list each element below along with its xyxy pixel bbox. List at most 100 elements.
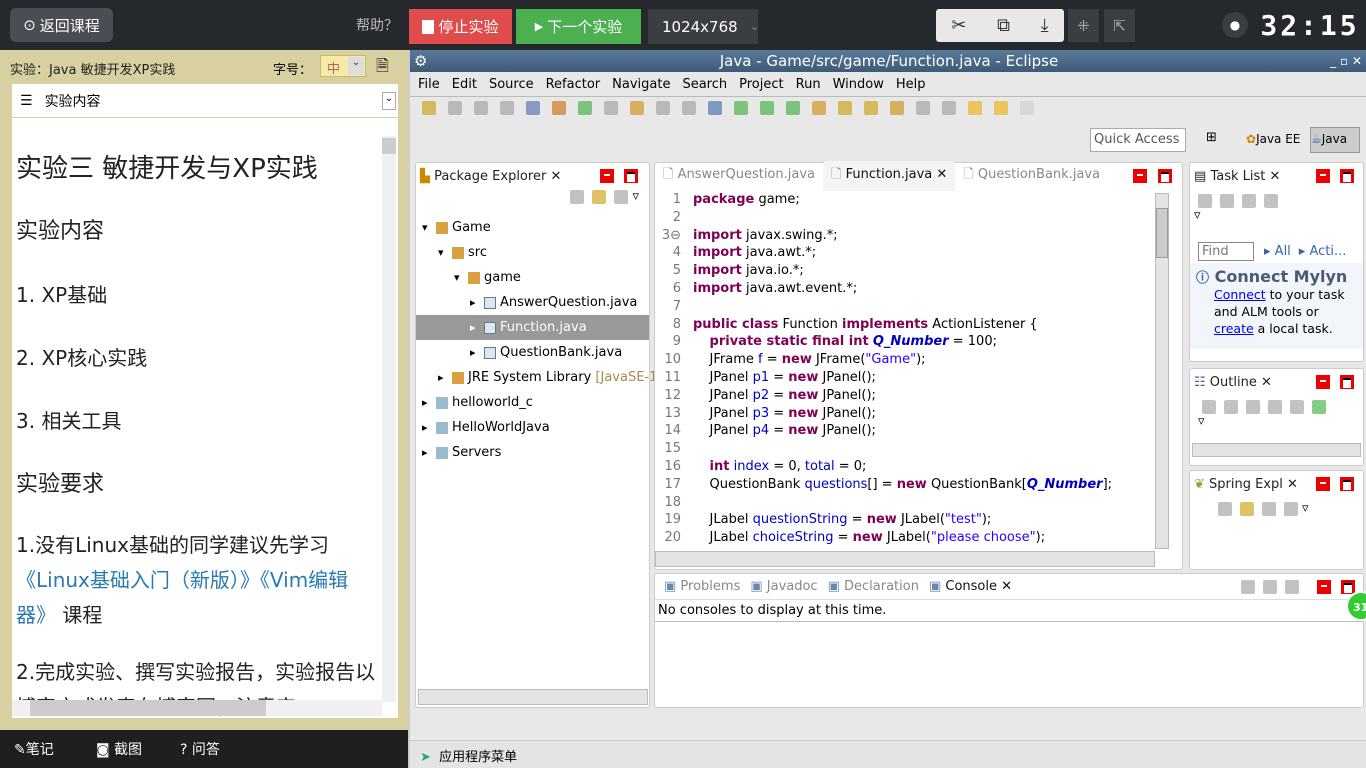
tree-item[interactable]: ▸ HelloWorldJava xyxy=(416,415,649,440)
sync-icon[interactable] xyxy=(1264,193,1278,208)
close-icon[interactable]: ✕ xyxy=(932,167,947,182)
code-editor[interactable]: 1 package game; 2 3⊖ import javax.swing.*; 4 i… xyxy=(655,191,1182,547)
back-to-course-button[interactable]: ⊙ 返回课程 xyxy=(10,8,113,42)
chevron-down-icon[interactable]: ▿ xyxy=(1194,208,1201,223)
toolbar-button-icon[interactable] xyxy=(994,100,1008,115)
app-menu-button[interactable]: 应用程序菜单 xyxy=(439,750,517,765)
menu-navigate[interactable]: Navigate xyxy=(612,77,670,92)
maximize-button[interactable] xyxy=(624,169,638,183)
toolbar-button-icon[interactable] xyxy=(760,100,774,115)
menu-edit[interactable]: Edit xyxy=(452,77,477,92)
tree-item[interactable]: ▸ AnswerQuestion.java xyxy=(416,290,649,315)
tree-item[interactable]: ▸ JRE System Library [JavaSE-1.7] xyxy=(416,365,675,390)
view-menu-icon[interactable] xyxy=(1262,501,1276,516)
link-editor-icon[interactable] xyxy=(1240,501,1254,516)
expand-arrow-icon[interactable]: ▾ xyxy=(454,265,468,290)
resolution-select[interactable]: 1024x768 ⌄ xyxy=(648,9,759,44)
tree-item[interactable]: ▾ src xyxy=(416,240,649,265)
menu-search[interactable]: Search xyxy=(682,77,727,92)
minimize-button[interactable] xyxy=(1133,169,1147,183)
window-controls[interactable]: _ ▫ ✕ xyxy=(1330,50,1362,72)
editor-tab[interactable]: 🗋 Function.java ✕ xyxy=(823,161,956,191)
toolbar-button-icon[interactable] xyxy=(578,100,592,115)
expand-arrow-icon[interactable]: ▸ xyxy=(438,365,452,390)
open-perspective-icon[interactable]: ⊞ xyxy=(1206,130,1217,145)
menu-file[interactable]: File xyxy=(418,77,440,92)
find-input[interactable]: Find xyxy=(1198,241,1254,261)
toolbar-button-icon[interactable] xyxy=(708,100,722,115)
collapse-all-icon[interactable] xyxy=(570,189,585,204)
download-icon[interactable]: ⤓ xyxy=(1041,15,1049,36)
close-icon[interactable]: ✕ xyxy=(1287,477,1298,492)
tab-task-list[interactable]: Task List xyxy=(1210,169,1265,184)
maximize-button[interactable] xyxy=(1340,375,1354,389)
menu-source[interactable]: Source xyxy=(489,77,534,92)
tree-item[interactable]: ▸ Function.java xyxy=(416,315,649,340)
tree-item[interactable]: ▸ Servers xyxy=(416,440,649,465)
categorized-icon[interactable] xyxy=(1220,193,1234,208)
tab-console[interactable]: ▣ Console ✕ xyxy=(924,575,1017,598)
sort-icon[interactable] xyxy=(1284,501,1298,516)
maximize-button[interactable] xyxy=(1340,477,1354,491)
filter-all[interactable]: ▸ All xyxy=(1264,244,1291,259)
scissors-icon[interactable]: ✂ xyxy=(951,15,966,36)
toolbar-button-icon[interactable] xyxy=(942,100,956,115)
qa-button[interactable]: ? 问答 xyxy=(180,739,220,759)
toolbar-button-icon[interactable] xyxy=(474,100,488,115)
horizontal-scrollbar[interactable] xyxy=(655,551,1155,567)
document-icon[interactable]: 🗎 xyxy=(376,55,389,82)
expand-arrow-icon[interactable]: ▸ xyxy=(470,340,484,365)
expand-arrow-icon[interactable]: ▸ xyxy=(422,390,436,415)
toolbar-button-icon[interactable] xyxy=(890,100,904,115)
toolbar-button-icon[interactable] xyxy=(604,100,618,115)
create-link[interactable]: create xyxy=(1214,321,1254,336)
expand-arrow-icon[interactable]: ▸ xyxy=(470,315,484,340)
toolbar-button-icon[interactable] xyxy=(838,100,852,115)
expand-arrow-icon[interactable]: ▾ xyxy=(438,240,452,265)
filter-active[interactable]: ▸ Acti... xyxy=(1299,244,1347,259)
connect-link[interactable]: Connect xyxy=(1214,287,1266,302)
perspective-java[interactable]: ☕Java xyxy=(1310,127,1360,153)
close-icon[interactable]: ✕ xyxy=(1261,375,1272,390)
eye-icon[interactable]: ● xyxy=(1222,12,1248,38)
next-lab-button[interactable]: ▶ 下一个实验 xyxy=(516,9,641,44)
fullscreen-exit-icon[interactable]: ⁜ xyxy=(1068,9,1099,42)
minimize-button[interactable] xyxy=(1316,375,1330,389)
toolbar-button-icon[interactable] xyxy=(1020,100,1034,115)
sort-icon[interactable] xyxy=(1246,399,1260,414)
link-editor-icon[interactable] xyxy=(592,189,607,204)
linux-course-link[interactable]: 《Linux基础入门（新版）》 xyxy=(16,568,260,592)
menu-window[interactable]: Window xyxy=(833,77,884,92)
tree-item[interactable]: ▸ QuestionBank.java xyxy=(416,340,649,365)
maximize-button[interactable] xyxy=(1158,169,1172,183)
menu-help[interactable]: Help xyxy=(896,77,926,92)
toolbar-button-icon[interactable] xyxy=(656,100,670,115)
close-icon[interactable]: ✕ xyxy=(997,579,1012,594)
vertical-scrollbar[interactable] xyxy=(382,136,396,702)
expand-arrow-icon[interactable]: ▸ xyxy=(422,440,436,465)
toolbar-button-icon[interactable] xyxy=(500,100,514,115)
close-icon[interactable]: ✕ xyxy=(1270,169,1281,184)
menu-project[interactable]: Project xyxy=(739,77,783,92)
tab-spring-explorer[interactable]: Spring Expl xyxy=(1209,477,1283,492)
tab-outline[interactable]: Outline xyxy=(1210,375,1257,390)
hide-nonpublic-icon[interactable] xyxy=(1312,399,1326,414)
toolbar-button-icon[interactable] xyxy=(864,100,878,115)
toolbar-button-icon[interactable] xyxy=(734,100,748,115)
new-task-icon[interactable] xyxy=(1198,193,1212,208)
collapse-all-icon[interactable] xyxy=(1218,501,1232,516)
close-icon[interactable]: ✕ xyxy=(550,169,561,184)
minimize-button[interactable] xyxy=(1316,477,1330,491)
menu-run[interactable]: Run xyxy=(796,77,821,92)
collapse-all-icon[interactable] xyxy=(1224,399,1238,414)
tab-javadoc[interactable]: ▣ Javadoc xyxy=(745,575,822,598)
horizontal-scrollbar[interactable] xyxy=(12,700,382,716)
screenshot-button[interactable]: ◙ 截图 xyxy=(96,739,142,759)
hide-fields-icon[interactable] xyxy=(1268,399,1282,414)
toolbar-button-icon[interactable] xyxy=(682,100,696,115)
toolbar-button-icon[interactable] xyxy=(526,100,540,115)
section-select[interactable]: ☰ 实验内容 ⌄ xyxy=(12,84,398,117)
expand-arrow-icon[interactable]: ▸ xyxy=(470,290,484,315)
help-link[interactable]: 帮助？ xyxy=(352,8,402,42)
toolbar-button-icon[interactable] xyxy=(552,100,566,115)
